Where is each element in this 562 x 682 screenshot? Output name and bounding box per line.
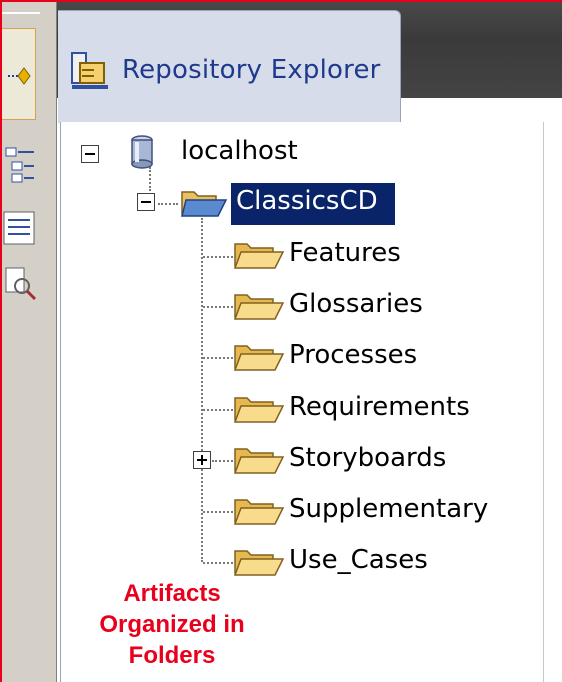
toolbar-separator [0,12,40,14]
tree-connector [203,511,233,513]
tree-node-use-cases[interactable]: Use_Cases [289,545,428,575]
tree-node-features[interactable]: Features [289,238,401,268]
folder-icon [233,397,285,423]
open-folder-icon [181,191,228,217]
tree-node-supplementary[interactable]: Supplementary [289,494,488,524]
tree-connector [203,306,233,308]
tree-connector [212,460,233,462]
tree-node-classicscd[interactable]: ClassicsCD [236,186,378,216]
folder-icon [233,294,285,320]
annotation-line: Folders [128,642,216,669]
annotation-line: Organized in [99,611,245,638]
folder-icon [233,448,285,474]
folder-icon [233,243,285,269]
tree-connector [158,203,178,205]
tab-repository-explorer[interactable]: Repository Explorer [58,10,401,123]
tree-node-localhost[interactable]: localhost [181,136,298,166]
repository-explorer-icon [71,52,108,89]
tree-connector [203,256,233,258]
collapse-classicscd-toggle[interactable] [137,193,155,211]
folder-icon [233,550,285,576]
tree-connector [203,357,233,359]
annotation-border-top [0,0,562,2]
toolbar-active-item[interactable] [0,28,36,120]
folder-icon [233,499,285,525]
tree-connector [203,562,233,564]
folder-icon [233,345,285,371]
tree-node-processes[interactable]: Processes [289,340,417,370]
left-toolbar [0,0,57,682]
tree-node-storyboards[interactable]: Storyboards [289,443,446,473]
search-document-icon[interactable] [2,264,42,304]
list-view-icon[interactable] [2,208,38,248]
database-icon [131,135,153,169]
expand-storyboards-toggle[interactable] [193,451,211,469]
annotation-line: Artifacts [123,580,221,607]
move-icon [8,67,31,85]
tree-connector [149,167,151,191]
tree-node-glossaries[interactable]: Glossaries [289,289,423,319]
tree-node-requirements[interactable]: Requirements [289,392,470,422]
tree-connector [203,409,233,411]
outline-icon[interactable] [4,144,38,184]
tab-title: Repository Explorer [122,55,381,85]
annotation-caption: Artifacts Organized in Folders [52,578,292,671]
annotation-border-left [0,0,2,682]
collapse-localhost-toggle[interactable] [81,145,99,163]
